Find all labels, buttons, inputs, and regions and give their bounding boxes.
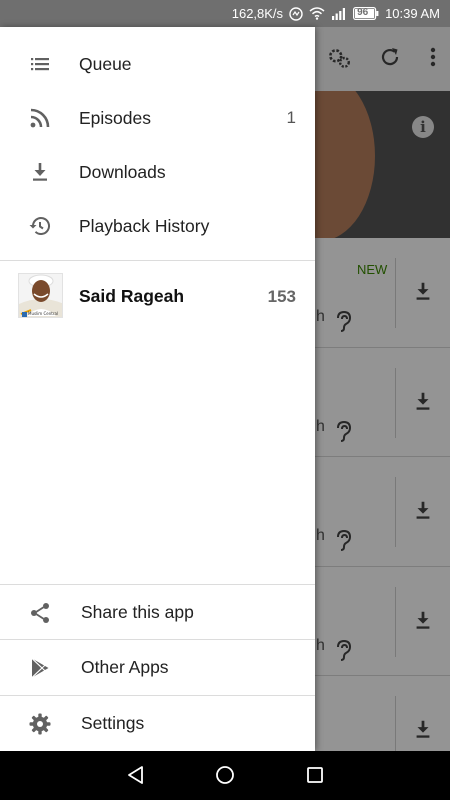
nav-item-queue[interactable]: Queue [0,37,315,91]
podcast-thumb-caption: Muslim Central [28,311,59,316]
footer-item-label: Settings [81,713,145,733]
play-store-icon [28,656,52,680]
battery-level: 96 [357,7,369,18]
settings-gear-icon [28,712,52,736]
podcast-thumbnail: Muslim Central [18,273,63,318]
nav-item-label: Episodes [79,107,151,128]
nav-item-episodes[interactable]: Episodes 1 [0,91,315,145]
nav-item-label: Downloads [79,161,166,182]
history-icon [28,214,52,238]
nav-item-label: Playback History [79,215,210,236]
navigation-drawer: Queue Episodes 1 Downloads Playback Hist… [0,27,315,751]
nav-item-downloads[interactable]: Downloads [0,145,315,199]
status-bar: 162,8K/s 96 10:39 AM [0,0,450,27]
network-speed: 162,8K/s [231,6,284,21]
home-icon[interactable] [215,765,235,790]
rss-feed-icon [28,106,52,130]
share-icon [28,601,52,625]
nav-item-label: Queue [79,53,132,74]
wifi-icon [309,7,325,20]
footer-item-label: Other Apps [81,657,169,677]
other-apps-item[interactable]: Other Apps [0,640,315,695]
back-icon[interactable] [126,765,146,790]
podcast-item-said-rageah[interactable]: Muslim Central Said Rageah 153 [0,270,315,325]
download-icon [28,160,52,184]
nav-item-playback-history[interactable]: Playback History [0,199,315,253]
signal-icon [331,7,347,20]
sim-icon [289,6,303,21]
settings-item[interactable]: Settings [0,696,315,751]
podcast-episode-count: 153 [267,287,296,306]
divider [0,260,315,261]
recents-icon[interactable] [306,765,324,790]
episodes-count: 1 [286,108,296,127]
queue-list-icon [28,52,52,76]
podcast-name: Said Rageah [79,286,185,306]
battery-icon: 96 [353,7,379,20]
share-app-item[interactable]: Share this app [0,585,315,640]
status-bar-right: 162,8K/s 96 10:39 AM [232,0,440,27]
system-navigation-bar [0,751,450,800]
clock: 10:39 AM [385,6,440,21]
footer-item-label: Share this app [81,602,194,622]
